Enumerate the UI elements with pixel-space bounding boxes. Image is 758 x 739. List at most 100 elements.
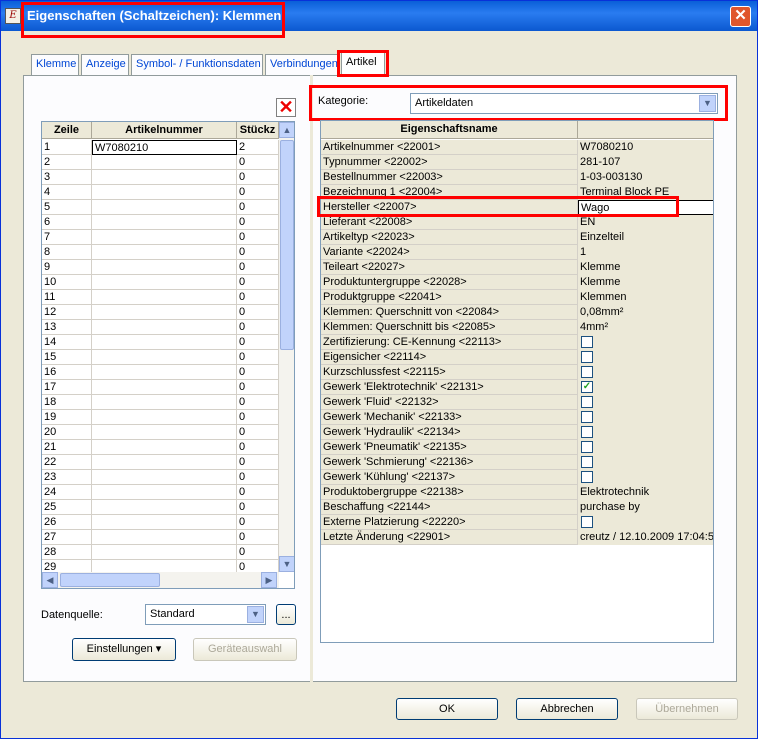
property-row[interactable]: Eigensicher <22114> <box>321 350 713 365</box>
property-row[interactable]: Artikelnummer <22001> W7080210 <box>321 140 713 155</box>
table-row[interactable]: 27 0 <box>42 530 279 545</box>
artikelnummer-cell[interactable] <box>92 290 237 305</box>
table-row[interactable]: 1 W7080210 2 <box>42 140 279 155</box>
property-row[interactable]: Klemmen: Querschnitt bis <22085> 4mm² <box>321 320 713 335</box>
tab-anzeige[interactable]: Anzeige <box>81 54 129 75</box>
property-row[interactable]: Lieferant <22008> EN <box>321 215 713 230</box>
property-row[interactable]: Produktgruppe <22041> Klemmen <box>321 290 713 305</box>
column-header-eigenschaftsname[interactable]: Eigenschaftsname <box>321 121 578 139</box>
stueckzahl-cell[interactable]: 0 <box>237 260 279 275</box>
delete-row-button[interactable]: ✕ <box>276 98 296 117</box>
stueckzahl-cell[interactable]: 0 <box>237 350 279 365</box>
tab-artikel[interactable]: Artikel <box>341 51 385 76</box>
property-value-cell[interactable]: purchase by <box>578 500 713 515</box>
property-row[interactable]: Gewerk 'Elektrotechnik' <22131> ✓ <box>321 380 713 395</box>
table-row[interactable]: 18 0 <box>42 395 279 410</box>
stueckzahl-cell[interactable]: 2 <box>237 140 279 155</box>
close-icon[interactable]: ✕ <box>730 6 751 27</box>
artikelnummer-cell[interactable] <box>92 230 237 245</box>
property-value-cell[interactable]: creutz / 12.10.2009 17:04:5 <box>578 530 713 545</box>
property-value-cell[interactable]: Elektrotechnik <box>578 485 713 500</box>
property-value-cell[interactable]: ✓ <box>578 380 713 395</box>
browse-button[interactable]: ... <box>276 604 296 625</box>
stueckzahl-cell[interactable]: 0 <box>237 530 279 545</box>
einstellungen-button[interactable]: Einstellungen ▾ <box>72 638 176 661</box>
tab-klemme[interactable]: Klemme <box>31 54 79 75</box>
table-row[interactable]: 11 0 <box>42 290 279 305</box>
property-row[interactable]: Typnummer <22002> 281-107 <box>321 155 713 170</box>
stueckzahl-cell[interactable]: 0 <box>237 425 279 440</box>
property-value-cell[interactable] <box>578 410 713 425</box>
column-header-zeile[interactable]: Zeile <box>42 122 92 139</box>
stueckzahl-cell[interactable]: 0 <box>237 545 279 560</box>
property-value-cell[interactable] <box>578 425 713 440</box>
stueckzahl-cell[interactable]: 0 <box>237 275 279 290</box>
property-row[interactable]: Produktobergruppe <22138> Elektrotechnik <box>321 485 713 500</box>
property-row[interactable]: Gewerk 'Schmierung' <22136> <box>321 455 713 470</box>
property-value-cell[interactable]: 281-107 <box>578 155 713 170</box>
table-row[interactable]: 16 0 <box>42 365 279 380</box>
property-value-cell[interactable]: Klemme <box>578 275 713 290</box>
table-row[interactable]: 90 <box>42 260 279 275</box>
datenquelle-select[interactable]: Standard ▼ <box>145 604 266 625</box>
checkbox-checked-icon[interactable]: ✓ <box>581 381 593 393</box>
table-row[interactable]: 20 <box>42 155 279 170</box>
article-horizontal-scrollbar[interactable]: ◀ ▶ <box>42 572 279 588</box>
table-row[interactable]: 10 0 <box>42 275 279 290</box>
hscroll-thumb[interactable] <box>60 573 160 587</box>
artikelnummer-cell[interactable] <box>92 455 237 470</box>
property-value-cell[interactable]: Terminal Block PE <box>578 185 713 200</box>
property-value-cell[interactable]: Einzelteil <box>578 230 713 245</box>
table-row[interactable]: 21 0 <box>42 440 279 455</box>
property-value-cell[interactable] <box>578 455 713 470</box>
checkbox-icon[interactable] <box>581 366 593 378</box>
artikelnummer-cell[interactable] <box>92 410 237 425</box>
property-value-cell[interactable] <box>578 365 713 380</box>
property-value-cell[interactable] <box>578 440 713 455</box>
property-value-cell[interactable]: Wago <box>578 200 713 215</box>
property-value-cell[interactable]: EN <box>578 215 713 230</box>
property-value-cell[interactable]: Klemme <box>578 260 713 275</box>
table-row[interactable]: 24 0 <box>42 485 279 500</box>
stueckzahl-cell[interactable]: 0 <box>237 515 279 530</box>
property-horizontal-scrollbar[interactable]: ◀ ▶ <box>321 642 714 643</box>
checkbox-icon[interactable] <box>581 441 593 453</box>
stueckzahl-cell[interactable]: 0 <box>237 185 279 200</box>
property-row[interactable]: Kurzschlussfest <22115> <box>321 365 713 380</box>
stueckzahl-cell[interactable]: 0 <box>237 440 279 455</box>
artikelnummer-cell[interactable]: W7080210 <box>92 140 237 155</box>
kategorie-select[interactable]: Artikeldaten ▼ <box>410 93 718 114</box>
checkbox-icon[interactable] <box>581 471 593 483</box>
property-row[interactable]: Externe Platzierung <22220> <box>321 515 713 530</box>
checkbox-icon[interactable] <box>581 396 593 408</box>
property-value-cell[interactable] <box>578 350 713 365</box>
tab-symbol-funktionsdaten[interactable]: Symbol- / Funktionsdaten <box>131 54 263 75</box>
table-row[interactable]: 12 0 <box>42 305 279 320</box>
tab-verbindungen[interactable]: Verbindungen <box>265 54 339 75</box>
artikelnummer-cell[interactable] <box>92 545 237 560</box>
property-row[interactable]: Letzte Änderung <22901> creutz / 12.10.20… <box>321 530 713 545</box>
stueckzahl-cell[interactable]: 0 <box>237 170 279 185</box>
scroll-down-icon[interactable]: ▼ <box>279 556 294 572</box>
artikelnummer-cell[interactable] <box>92 335 237 350</box>
property-value-cell[interactable]: Klemmen <box>578 290 713 305</box>
cancel-button[interactable]: Abbrechen <box>516 698 618 720</box>
ok-button[interactable]: OK <box>396 698 498 720</box>
panel-splitter[interactable] <box>310 75 313 682</box>
scroll-up-icon[interactable]: ▲ <box>279 122 294 138</box>
checkbox-icon[interactable] <box>581 336 593 348</box>
artikelnummer-cell[interactable] <box>92 395 237 410</box>
checkbox-icon[interactable] <box>581 516 593 528</box>
stueckzahl-cell[interactable]: 0 <box>237 335 279 350</box>
column-header-stueckzahl[interactable]: Stückz <box>237 122 279 139</box>
artikelnummer-cell[interactable] <box>92 260 237 275</box>
checkbox-icon[interactable] <box>581 426 593 438</box>
artikelnummer-cell[interactable] <box>92 275 237 290</box>
stueckzahl-cell[interactable]: 0 <box>237 485 279 500</box>
property-row[interactable]: Beschaffung <22144> purchase by <box>321 500 713 515</box>
title-bar[interactable]: E Eigenschaften (Schaltzeichen): Klemmen… <box>1 1 757 31</box>
property-value-cell[interactable]: 1-03-003130 <box>578 170 713 185</box>
stueckzahl-cell[interactable]: 0 <box>237 380 279 395</box>
property-value-cell[interactable] <box>578 335 713 350</box>
artikelnummer-cell[interactable] <box>92 425 237 440</box>
